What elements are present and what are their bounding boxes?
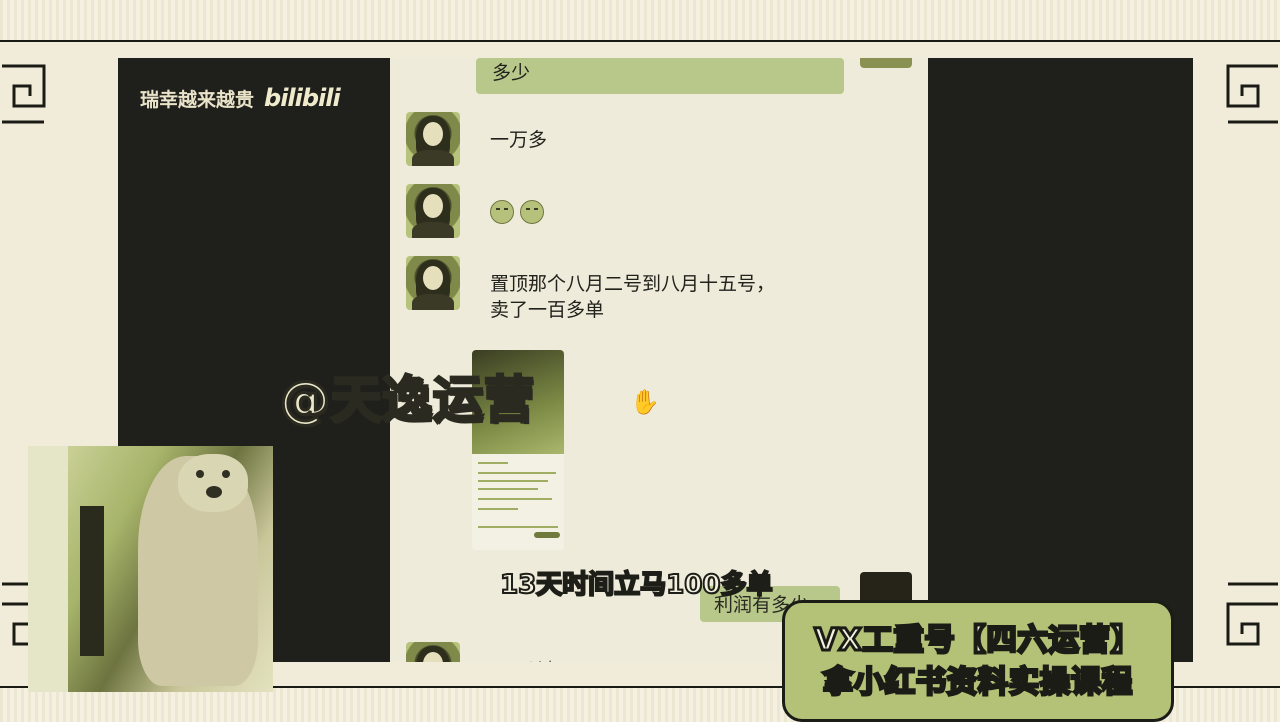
received-message-line: 置顶那个八月二号到八月十五号， bbox=[490, 273, 776, 295]
sent-message-text: 多少 bbox=[492, 62, 531, 84]
smile-emoji-icon bbox=[520, 200, 544, 224]
promo-line-2: 拿小红书资料实操课程 bbox=[822, 664, 1134, 702]
webcam-overlay bbox=[28, 446, 273, 692]
contact-avatar bbox=[406, 184, 460, 238]
received-message-line: 卖了一百多单 bbox=[490, 299, 605, 321]
partial-message-text: 2000以上 bbox=[490, 654, 558, 662]
video-subtitle: 13天时间立马100多单 bbox=[499, 569, 773, 601]
sent-message-bubble: 多少 bbox=[476, 58, 844, 94]
emoji-message bbox=[490, 200, 550, 228]
corner-ornament-icon bbox=[0, 62, 50, 142]
contact-avatar bbox=[406, 256, 460, 310]
received-message-text: 一万多 bbox=[490, 129, 548, 151]
corner-ornament-icon bbox=[1222, 62, 1280, 142]
self-avatar bbox=[860, 58, 912, 68]
bilibili-logo: bilibili bbox=[264, 84, 341, 112]
promo-banner: VX工重号【四六运营】 拿小红书资料实操课程 bbox=[782, 600, 1174, 722]
hand-cursor-icon: ✋ bbox=[630, 388, 660, 416]
top-border-band bbox=[0, 0, 1280, 42]
author-handle-overlay: @天逸运营 bbox=[279, 370, 536, 431]
contact-avatar bbox=[406, 112, 460, 166]
smile-emoji-icon bbox=[490, 200, 514, 224]
channel-watermark: 瑞幸越来越贵 bilibili bbox=[140, 84, 341, 112]
right-dark-panel bbox=[928, 58, 1193, 662]
watermark-text: 瑞幸越来越贵 bbox=[140, 88, 255, 111]
corner-ornament-icon bbox=[1222, 580, 1280, 670]
contact-avatar bbox=[406, 642, 460, 662]
promo-line-1: VX工重号【四六运营】 bbox=[813, 622, 1142, 660]
